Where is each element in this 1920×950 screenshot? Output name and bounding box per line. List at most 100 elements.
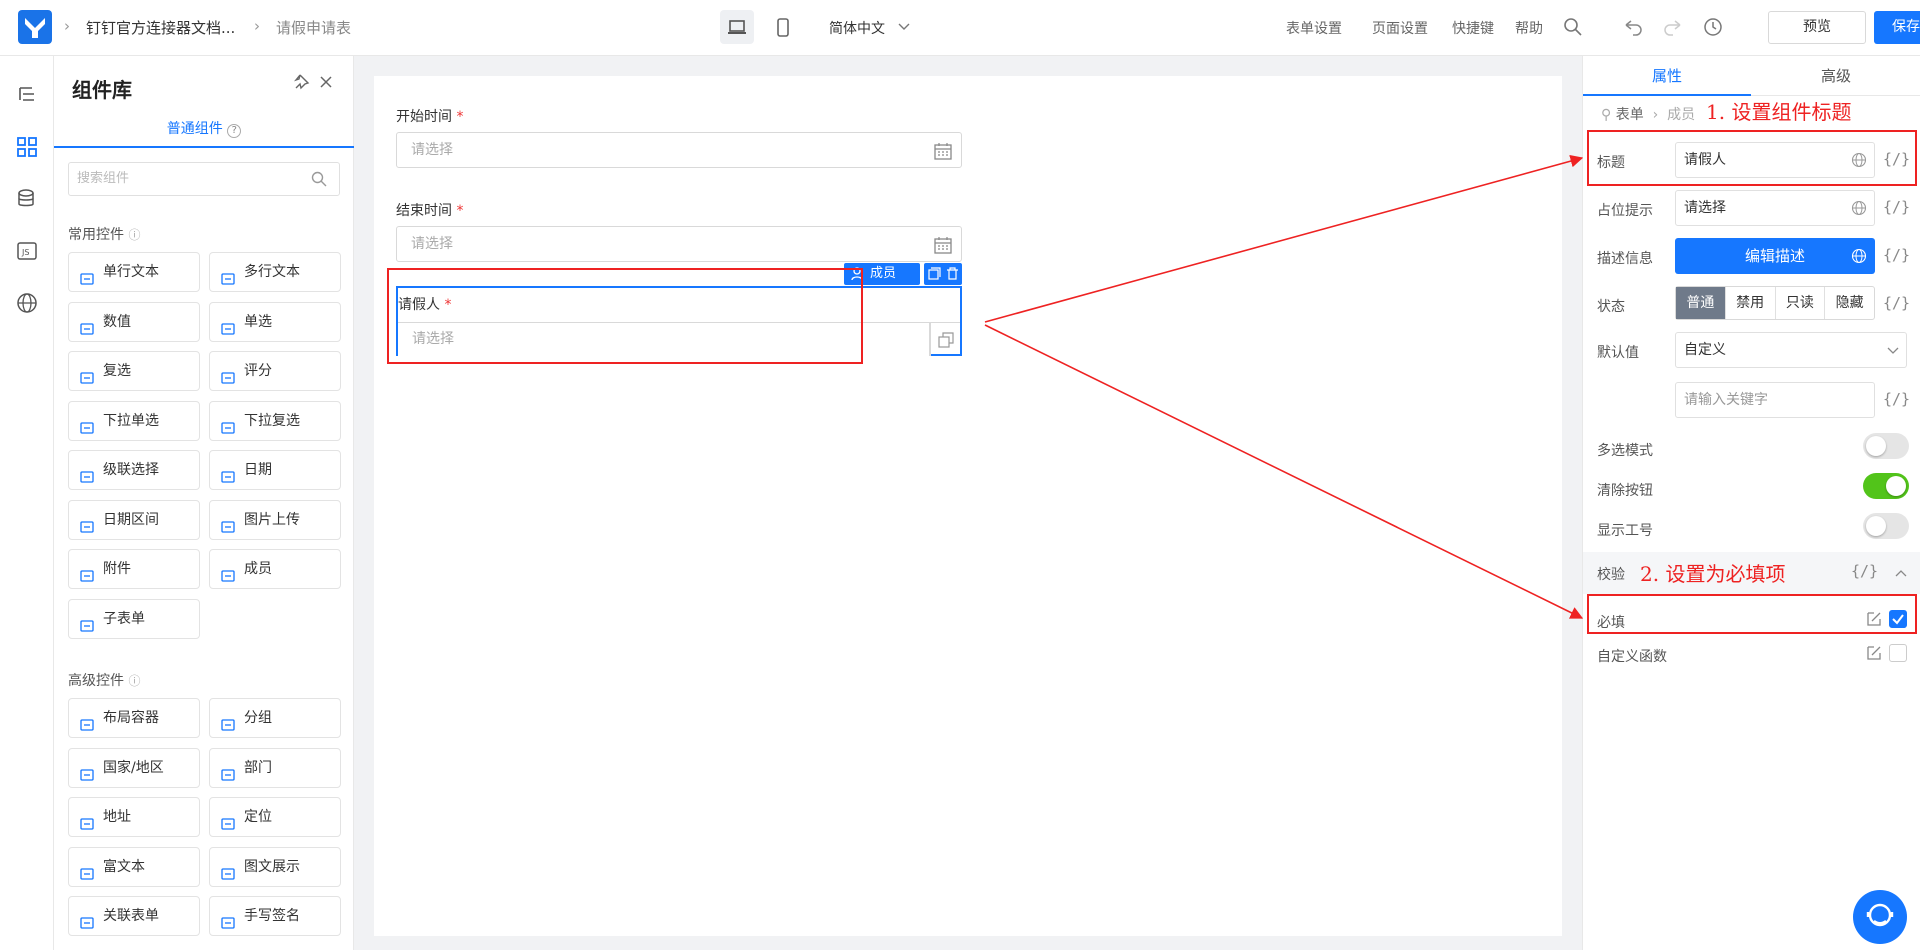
state-readonly[interactable]: 只读 <box>1774 287 1825 319</box>
menu-help[interactable]: 帮助 <box>1515 18 1543 38</box>
member-select-icon <box>938 332 954 348</box>
variable-binding-button[interactable]: {/} <box>1851 562 1878 580</box>
app-logo[interactable] <box>18 10 52 44</box>
component-common-2[interactable]: 数值 <box>68 301 200 342</box>
components-grid-icon[interactable] <box>14 134 40 160</box>
mobile-view-button[interactable] <box>766 10 800 44</box>
close-icon[interactable] <box>318 74 334 90</box>
component-icon <box>220 760 236 781</box>
show-employee-id-label: 显示工号 <box>1597 523 1653 539</box>
component-advanced-4[interactable]: 地址 <box>68 797 200 837</box>
annotation-1: 1. 设置组件标题 <box>1706 96 1852 125</box>
component-common-10[interactable]: 日期区间 <box>68 499 200 540</box>
desktop-view-button[interactable] <box>720 10 754 44</box>
delete-icon[interactable] <box>945 266 960 281</box>
component-common-7[interactable]: 下拉复选 <box>209 400 341 441</box>
calendar-icon[interactable] <box>934 142 952 160</box>
show-employee-id-toggle[interactable] <box>1863 513 1909 539</box>
component-common-0[interactable]: 单行文本 <box>68 252 200 292</box>
component-common-9[interactable]: 日期 <box>209 450 341 490</box>
search-icon[interactable] <box>310 170 328 188</box>
tab-properties[interactable]: 属性 <box>1583 56 1751 96</box>
js-code-icon[interactable]: JS <box>14 238 40 264</box>
component-advanced-8[interactable]: 关联表单 <box>68 896 200 936</box>
properties-panel: 属性 高级 ⚲ 表单 › 成员 标题 请假人 {/} 占位提示 请选择 {/} … <box>1582 56 1920 950</box>
default-value-select[interactable]: 自定义 <box>1675 332 1907 368</box>
variable-binding-button[interactable]: {/} <box>1883 390 1910 408</box>
variable-binding-button[interactable]: {/} <box>1883 246 1910 264</box>
undo-icon[interactable] <box>1622 16 1644 38</box>
preview-button[interactable]: 预览 <box>1768 11 1866 44</box>
component-advanced-0[interactable]: 布局容器 <box>68 698 200 738</box>
component-search-input[interactable]: 搜索组件 <box>68 162 340 196</box>
custom-function-checkbox[interactable] <box>1889 644 1907 662</box>
search-icon[interactable] <box>1562 16 1584 38</box>
component-common-12[interactable]: 附件 <box>68 549 200 589</box>
component-icon <box>79 809 95 830</box>
globe-icon[interactable] <box>1851 200 1867 216</box>
component-icon <box>220 561 236 582</box>
state-hidden[interactable]: 隐藏 <box>1824 287 1874 319</box>
component-icon <box>79 611 95 632</box>
component-common-3[interactable]: 单选 <box>209 301 341 342</box>
state-disabled[interactable]: 禁用 <box>1724 287 1775 319</box>
edit-icon[interactable] <box>1865 644 1883 662</box>
chevron-up-icon[interactable] <box>1895 568 1907 578</box>
component-advanced-1[interactable]: 分组 <box>209 698 341 738</box>
globe-icon[interactable] <box>1851 248 1867 264</box>
menu-shortcuts[interactable]: 快捷键 <box>1452 18 1494 38</box>
end-time-input[interactable]: 请选择 <box>396 226 962 262</box>
language-select[interactable]: 简体中文 <box>829 18 885 38</box>
component-common-14[interactable]: 子表单 <box>68 598 200 639</box>
placeholder-input[interactable]: 请选择 <box>1675 190 1875 226</box>
keyword-input[interactable]: 请输入关键字 <box>1675 382 1875 418</box>
history-icon[interactable] <box>1702 16 1724 38</box>
chevron-down-icon[interactable] <box>1887 346 1899 356</box>
variable-binding-button[interactable]: {/} <box>1883 198 1910 216</box>
multi-select-toggle[interactable] <box>1863 433 1909 459</box>
help-chat-button[interactable] <box>1853 890 1907 944</box>
laptop-icon <box>728 20 746 34</box>
breadcrumb-page[interactable]: 请假申请表 <box>276 17 351 38</box>
edit-description-button[interactable]: 编辑描述 <box>1675 238 1875 274</box>
menu-form-settings[interactable]: 表单设置 <box>1286 18 1342 38</box>
component-label: 成员 <box>244 561 272 577</box>
component-common-6[interactable]: 下拉单选 <box>68 400 200 441</box>
component-advanced-3[interactable]: 部门 <box>209 747 341 788</box>
redo-icon[interactable] <box>1662 16 1684 38</box>
component-advanced-9[interactable]: 手写签名 <box>209 896 341 936</box>
component-common-5[interactable]: 评分 <box>209 351 341 391</box>
component-icon <box>79 908 95 929</box>
member-picker-button[interactable] <box>930 322 960 356</box>
component-advanced-6[interactable]: 富文本 <box>68 846 200 887</box>
tab-common-components[interactable]: 普通组件 ? <box>54 116 354 148</box>
tab-advanced[interactable]: 高级 <box>1751 56 1920 96</box>
component-common-4[interactable]: 复选 <box>68 351 200 391</box>
annotation-box-selected-field <box>387 268 863 364</box>
pin-icon[interactable] <box>292 72 312 92</box>
component-advanced-5[interactable]: 定位 <box>209 797 341 837</box>
calendar-icon[interactable] <box>934 236 952 254</box>
save-button[interactable]: 保存 <box>1874 11 1920 44</box>
state-normal[interactable]: 普通 <box>1676 287 1725 319</box>
component-icon <box>220 314 236 335</box>
clear-button-toggle[interactable] <box>1863 473 1909 499</box>
data-source-icon[interactable] <box>14 186 40 212</box>
component-common-8[interactable]: 级联选择 <box>68 450 200 490</box>
menu-page-settings[interactable]: 页面设置 <box>1372 18 1428 38</box>
left-rail: JS <box>0 56 54 950</box>
globe-icon[interactable] <box>14 290 40 316</box>
start-time-input[interactable]: 请选择 <box>396 132 962 168</box>
copy-icon[interactable] <box>927 266 942 281</box>
chevron-down-icon[interactable] <box>898 22 910 32</box>
component-label: 下拉复选 <box>244 412 300 429</box>
component-common-11[interactable]: 图片上传 <box>209 499 341 540</box>
component-advanced-7[interactable]: 图文展示 <box>209 846 341 887</box>
breadcrumb-app[interactable]: 钉钉官方连接器文档... <box>86 17 235 38</box>
component-common-1[interactable]: 多行文本 <box>209 252 341 292</box>
component-common-13[interactable]: 成员 <box>209 549 341 589</box>
annotation-box-title <box>1587 130 1917 186</box>
outline-tree-icon[interactable] <box>14 82 40 108</box>
component-advanced-2[interactable]: 国家/地区 <box>68 747 200 788</box>
variable-binding-button[interactable]: {/} <box>1883 294 1910 312</box>
